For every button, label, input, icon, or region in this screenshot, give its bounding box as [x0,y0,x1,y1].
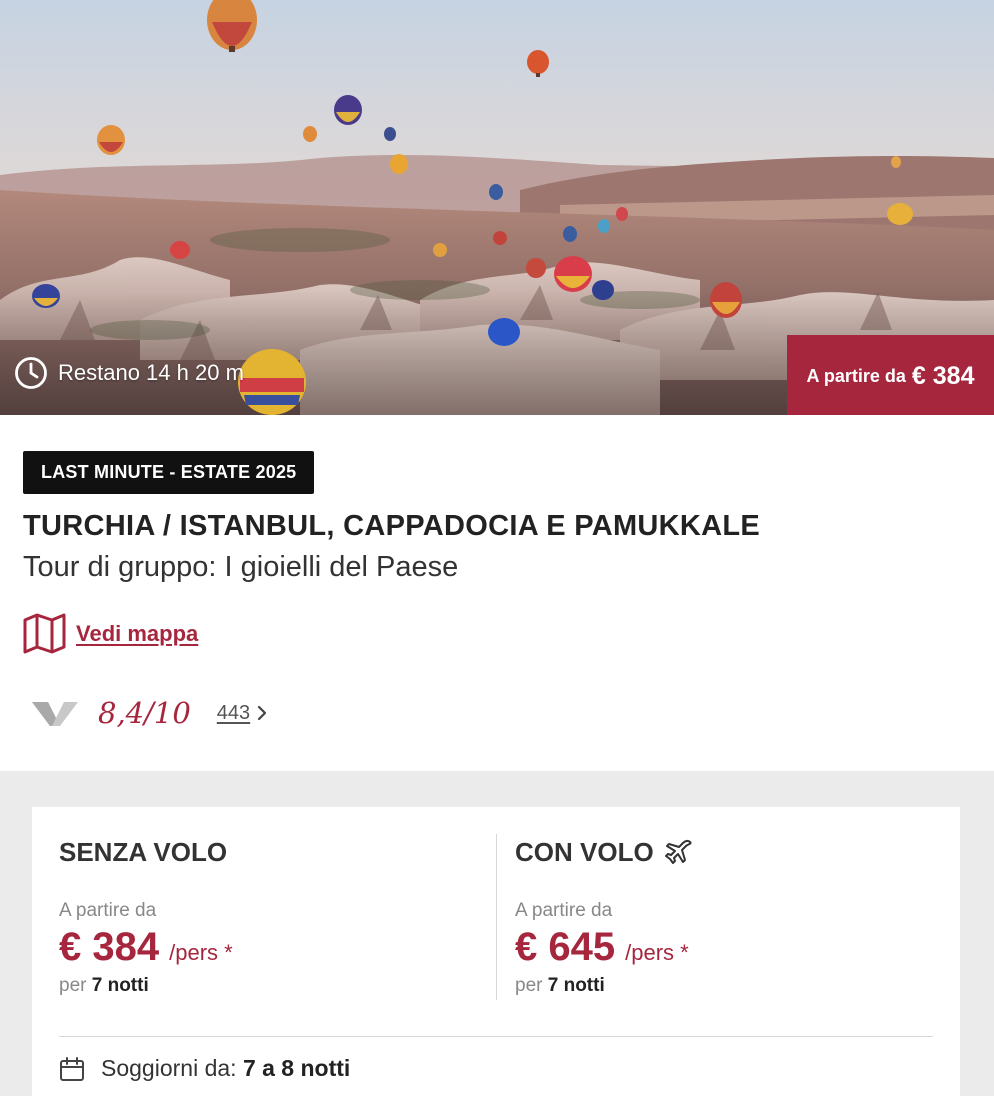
without-flight-nights: per 7 notti [59,975,149,997]
without-flight-price: € 384 /pers * [59,925,233,970]
clock-icon [15,357,47,389]
view-map-label: Vedi mappa [76,620,199,646]
stay-duration-text: Soggiorni da: 7 a 8 notti [101,1055,350,1082]
v-logo-icon [32,702,78,726]
without-flight-title-text: SENZA VOLO [59,837,228,867]
plane-icon [664,839,692,864]
calendar-icon [60,1056,84,1081]
stay-label: Soggiorni da: [101,1055,237,1081]
hero-price-prefix: A partire da [806,365,906,386]
product-title: TURCHIA / ISTANBUL, CAPPADOCIA E PAMUKKA… [23,510,761,542]
stay-value: 7 a 8 notti [242,1055,351,1081]
without-flight-from-label: A partire da [59,900,157,921]
without-flight-nights-prefix: per [59,975,87,996]
hero-image[interactable]: Restano 14 h 20 m A partire da € 384 [0,0,994,415]
hero-price-tag: A partire da € 384 [787,335,994,415]
product-subtitle: Tour di gruppo: I gioielli del Paese [23,551,459,583]
rating-score: 8,4/10 [98,696,191,730]
stay-duration-row: Soggiorni da: 7 a 8 notti [59,1055,350,1082]
column-divider [496,834,497,1000]
countdown-text: Restano 14 h 20 m [58,360,244,385]
with-flight-price: € 645 /pers * [515,925,689,970]
with-flight-title-text: CON VOLO [515,837,654,867]
hero-price-value: € 384 [911,361,975,390]
reviews-count-link[interactable]: 443 [217,702,250,725]
view-map-link[interactable]: Vedi mappa [23,613,198,654]
map-icon [23,613,66,654]
with-flight-nights-value: 7 notti [547,975,605,996]
without-flight-amount: € 384 [59,925,160,969]
countdown: Restano 14 h 20 m [14,356,244,390]
with-flight-nights: per 7 notti [515,975,605,997]
promo-badge: LAST MINUTE - ESTATE 2025 [23,451,315,494]
without-flight-unit: /pers * [169,940,233,965]
with-flight-title: CON VOLO [515,837,694,868]
offer-card: SENZA VOLO A partire da € 384 /pers * pe… [32,807,960,1096]
with-flight-nights-prefix: per [515,975,543,996]
with-flight-amount: € 645 [515,925,616,969]
with-flight-from-label: A partire da [515,900,613,921]
without-flight-nights-value: 7 notti [91,975,149,996]
rating-row: 8,4/10 443 [30,690,268,736]
with-flight-unit: /pers * [625,940,689,965]
chevron-right-icon[interactable] [256,705,268,721]
without-flight-title: SENZA VOLO [59,837,227,868]
horizontal-divider [59,1036,933,1037]
